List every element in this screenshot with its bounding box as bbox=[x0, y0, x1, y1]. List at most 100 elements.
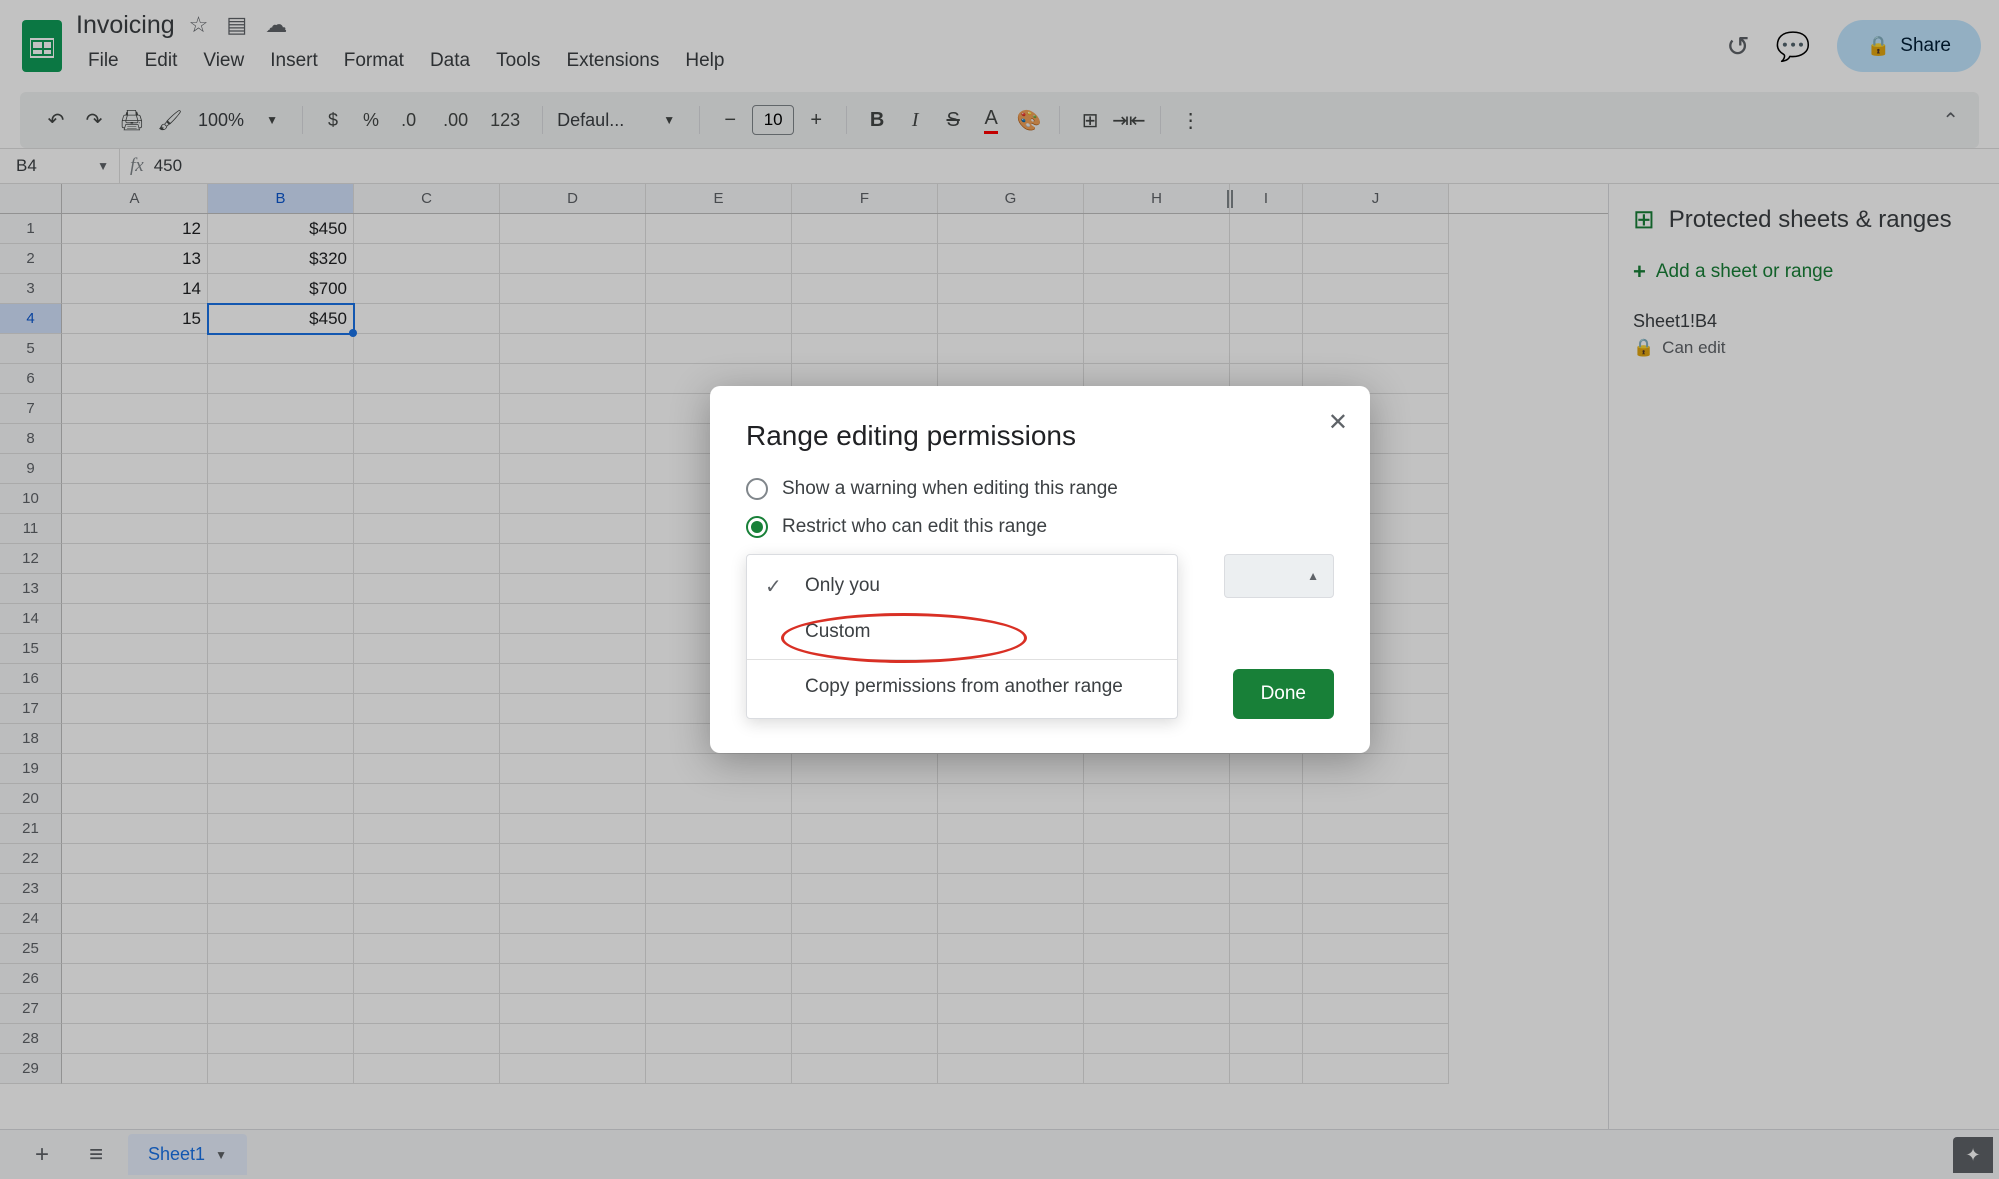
cell[interactable] bbox=[500, 214, 646, 244]
cell[interactable] bbox=[500, 424, 646, 454]
cell[interactable] bbox=[938, 814, 1084, 844]
cell[interactable] bbox=[792, 274, 938, 304]
cell[interactable] bbox=[500, 514, 646, 544]
cell[interactable] bbox=[500, 604, 646, 634]
cell[interactable] bbox=[62, 394, 208, 424]
cell[interactable] bbox=[1303, 334, 1449, 364]
cell[interactable] bbox=[62, 874, 208, 904]
cell[interactable] bbox=[208, 484, 354, 514]
cell[interactable] bbox=[62, 484, 208, 514]
cell[interactable] bbox=[62, 754, 208, 784]
cell[interactable] bbox=[354, 964, 500, 994]
cell[interactable] bbox=[646, 784, 792, 814]
decrease-decimal-button[interactable]: .0 bbox=[393, 102, 429, 138]
menu-view[interactable]: View bbox=[191, 46, 256, 76]
cell[interactable] bbox=[208, 694, 354, 724]
cell[interactable] bbox=[208, 424, 354, 454]
share-button[interactable]: 🔒 Share bbox=[1837, 20, 1981, 72]
cell[interactable] bbox=[62, 664, 208, 694]
col-header-e[interactable]: E bbox=[646, 184, 792, 213]
cell[interactable] bbox=[1230, 334, 1303, 364]
col-header-a[interactable]: A bbox=[62, 184, 208, 213]
row-header[interactable]: 2 bbox=[0, 244, 62, 274]
col-header-g[interactable]: G bbox=[938, 184, 1084, 213]
cell[interactable] bbox=[62, 694, 208, 724]
protected-range-name[interactable]: Sheet1!B4 bbox=[1633, 311, 1975, 332]
cell[interactable] bbox=[354, 934, 500, 964]
cell[interactable] bbox=[500, 394, 646, 424]
cell[interactable] bbox=[500, 634, 646, 664]
strike-button[interactable]: S bbox=[937, 102, 969, 138]
cell[interactable] bbox=[938, 874, 1084, 904]
col-header-d[interactable]: D bbox=[500, 184, 646, 213]
undo-button[interactable]: ↶ bbox=[40, 102, 72, 138]
row-header[interactable]: 3 bbox=[0, 274, 62, 304]
font-size-increase[interactable]: + bbox=[800, 102, 832, 138]
print-button[interactable]: 🖨 bbox=[116, 102, 148, 138]
cell[interactable] bbox=[354, 694, 500, 724]
cell[interactable] bbox=[1303, 874, 1449, 904]
col-header-f[interactable]: F bbox=[792, 184, 938, 213]
menu-help[interactable]: Help bbox=[673, 46, 736, 76]
menu-format[interactable]: Format bbox=[332, 46, 416, 76]
cell[interactable] bbox=[938, 964, 1084, 994]
cell[interactable] bbox=[500, 784, 646, 814]
cell[interactable] bbox=[792, 214, 938, 244]
cell[interactable] bbox=[354, 784, 500, 814]
cell[interactable] bbox=[1303, 1024, 1449, 1054]
menu-extensions[interactable]: Extensions bbox=[554, 46, 671, 76]
cell[interactable] bbox=[938, 304, 1084, 334]
done-button[interactable]: Done bbox=[1233, 669, 1334, 719]
sheets-logo[interactable] bbox=[14, 10, 70, 82]
row-header[interactable]: 11 bbox=[0, 514, 62, 544]
row-header[interactable]: 26 bbox=[0, 964, 62, 994]
row-header[interactable]: 12 bbox=[0, 544, 62, 574]
all-sheets-button[interactable]: ≡ bbox=[74, 1133, 118, 1177]
cell[interactable] bbox=[646, 334, 792, 364]
cell[interactable] bbox=[1230, 754, 1303, 784]
collapse-toolbar-icon[interactable]: ⌃ bbox=[1942, 108, 1959, 133]
cell[interactable] bbox=[1084, 274, 1230, 304]
cell[interactable] bbox=[62, 724, 208, 754]
cell[interactable] bbox=[62, 544, 208, 574]
cell[interactable] bbox=[792, 844, 938, 874]
cell[interactable] bbox=[1303, 844, 1449, 874]
cloud-icon[interactable]: ☁ bbox=[265, 12, 287, 38]
cell[interactable] bbox=[208, 904, 354, 934]
row-header[interactable]: 17 bbox=[0, 694, 62, 724]
dropdown-option-copy-permissions[interactable]: Copy permissions from another range bbox=[747, 664, 1177, 710]
cell[interactable] bbox=[500, 274, 646, 304]
cell[interactable] bbox=[1084, 994, 1230, 1024]
cell[interactable] bbox=[500, 964, 646, 994]
cell[interactable] bbox=[792, 244, 938, 274]
cell[interactable] bbox=[354, 214, 500, 244]
cell[interactable] bbox=[1230, 874, 1303, 904]
dialog-close-button[interactable]: ✕ bbox=[1328, 408, 1348, 437]
cell[interactable] bbox=[208, 844, 354, 874]
menu-tools[interactable]: Tools bbox=[484, 46, 552, 76]
row-header[interactable]: 4 bbox=[0, 304, 62, 334]
cell[interactable] bbox=[208, 934, 354, 964]
menu-file[interactable]: File bbox=[76, 46, 131, 76]
menu-data[interactable]: Data bbox=[418, 46, 482, 76]
row-header[interactable]: 23 bbox=[0, 874, 62, 904]
cell[interactable] bbox=[354, 394, 500, 424]
row-header[interactable]: 21 bbox=[0, 814, 62, 844]
cell[interactable] bbox=[354, 364, 500, 394]
cell[interactable]: 12 bbox=[62, 214, 208, 244]
cell[interactable] bbox=[646, 814, 792, 844]
cell[interactable] bbox=[208, 784, 354, 814]
cell[interactable] bbox=[500, 754, 646, 784]
star-icon[interactable]: ☆ bbox=[189, 12, 209, 38]
cell[interactable] bbox=[500, 454, 646, 484]
restrict-select[interactable]: ▲ bbox=[1224, 554, 1334, 598]
row-header[interactable]: 28 bbox=[0, 1024, 62, 1054]
cell[interactable] bbox=[354, 574, 500, 604]
cell[interactable] bbox=[1084, 1024, 1230, 1054]
cell[interactable] bbox=[500, 1024, 646, 1054]
font-size-decrease[interactable]: − bbox=[714, 102, 746, 138]
cell[interactable] bbox=[646, 934, 792, 964]
cell[interactable] bbox=[1230, 964, 1303, 994]
document-title[interactable]: Invoicing bbox=[76, 11, 175, 40]
cell[interactable] bbox=[62, 334, 208, 364]
